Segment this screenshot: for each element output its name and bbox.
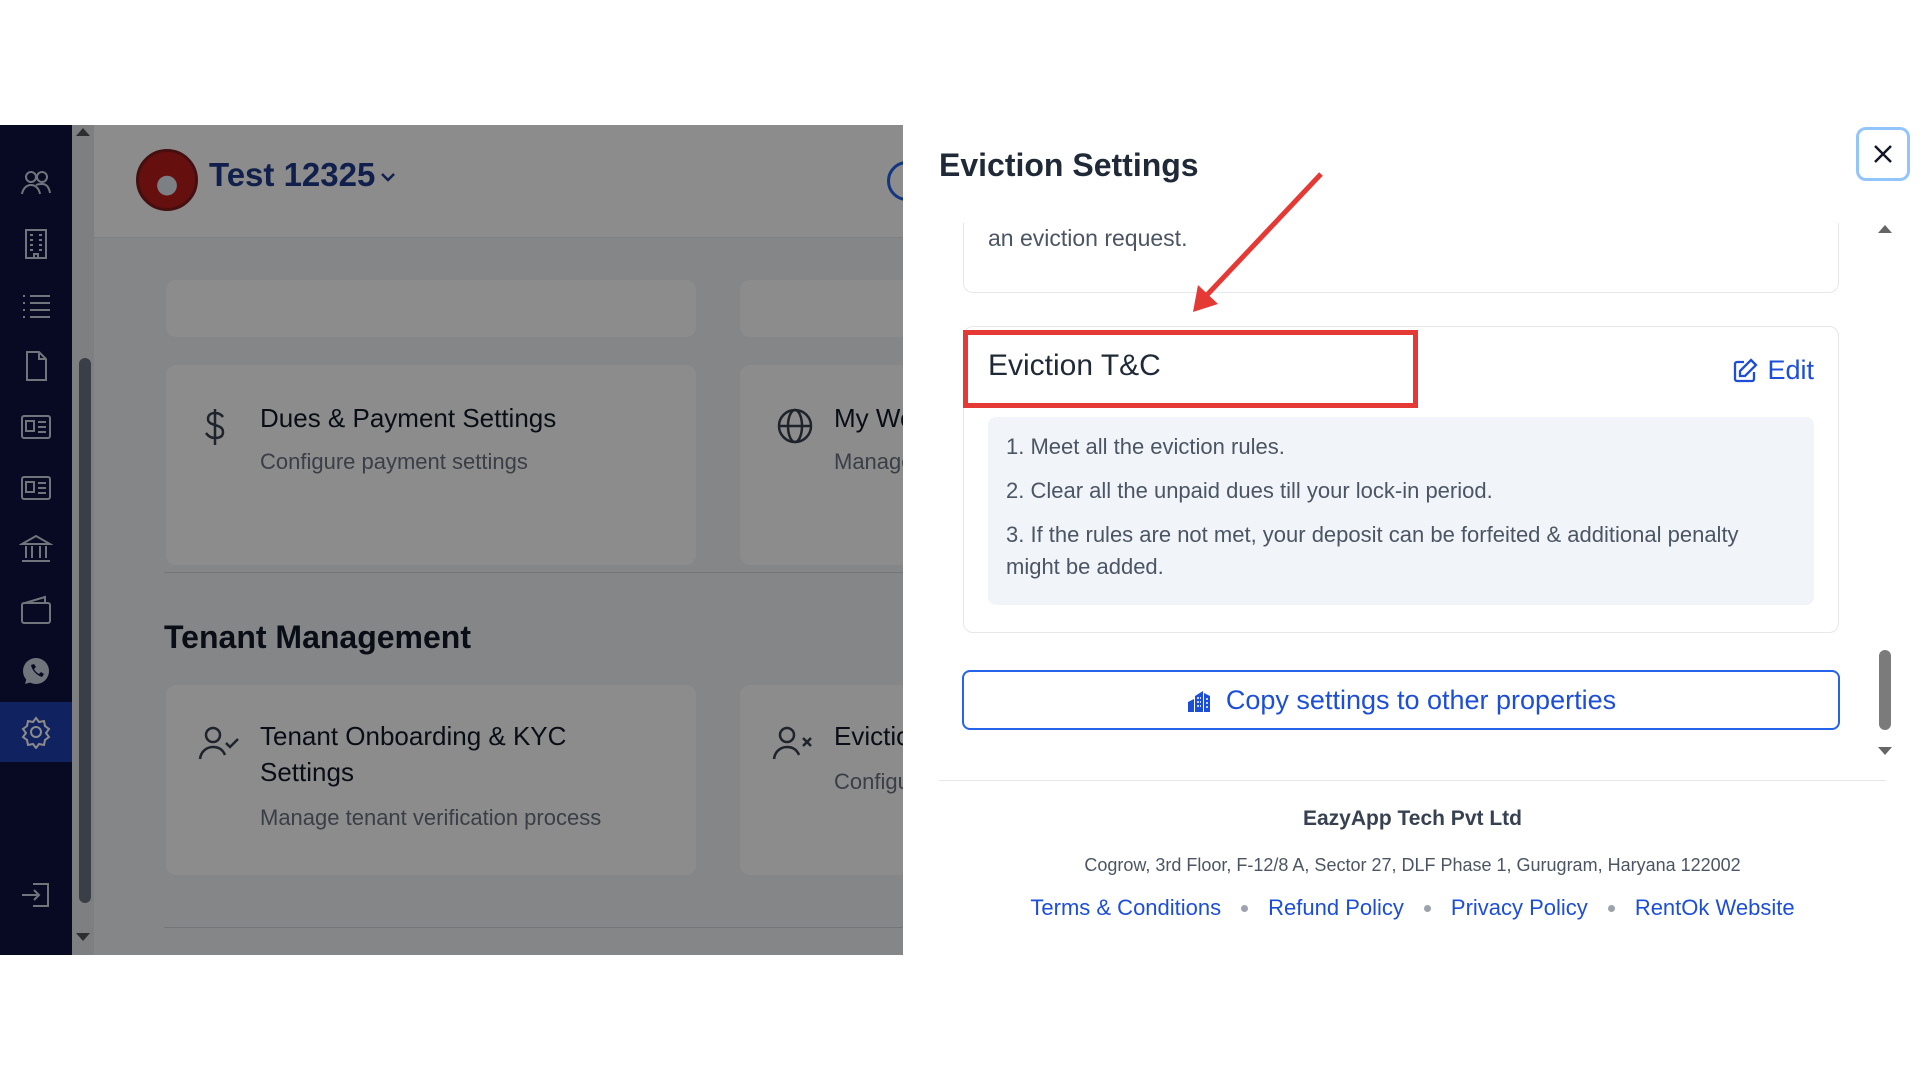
scroll-down-arrow-icon[interactable] xyxy=(1878,747,1892,755)
edit-icon xyxy=(1734,357,1759,382)
rentok-website-link[interactable]: RentOk Website xyxy=(1635,895,1795,921)
separator-dot xyxy=(1607,904,1615,912)
eviction-settings-panel: Eviction Settings an eviction request. E… xyxy=(903,125,1920,955)
terms-link[interactable]: Terms & Conditions xyxy=(1030,895,1221,921)
scroll-thumb[interactable] xyxy=(1879,650,1891,730)
company-name: EazyApp Tech Pvt Ltd xyxy=(1303,807,1522,830)
footer: EazyApp Tech Pvt Ltd Cogrow, 3rd Floor, … xyxy=(939,780,1886,956)
annotation-highlight-box xyxy=(963,330,1418,408)
panel-title: Eviction Settings xyxy=(939,147,1199,183)
previous-card-text: an eviction request. xyxy=(988,225,1188,251)
tc-content: 1. Meet all the eviction rules. 2. Clear… xyxy=(988,417,1814,605)
copy-settings-label: Copy settings to other properties xyxy=(1225,684,1617,715)
close-icon xyxy=(1874,145,1892,163)
edit-label: Edit xyxy=(1767,355,1814,385)
copy-settings-button[interactable]: Copy settings to other properties xyxy=(962,670,1840,730)
company-address: Cogrow, 3rd Floor, F-12/8 A, Sector 27, … xyxy=(1084,855,1741,875)
close-button[interactable] xyxy=(1856,127,1910,181)
separator-dot xyxy=(1241,904,1249,912)
tc-item: 1. Meet all the eviction rules. xyxy=(1006,434,1285,459)
footer-links: Terms & Conditions Refund Policy Privacy… xyxy=(939,895,1886,921)
scroll-up-arrow-icon[interactable] xyxy=(1878,225,1892,233)
panel-scrollbar[interactable] xyxy=(1873,225,1897,755)
edit-button[interactable]: Edit xyxy=(1732,355,1814,386)
refund-policy-link[interactable]: Refund Policy xyxy=(1268,895,1404,921)
tc-item: 3. If the rules are not met, your deposi… xyxy=(1006,522,1739,547)
background-app: Test 12325 Dues & Payment Settings Confi… xyxy=(0,125,903,955)
tc-item: 2. Clear all the unpaid dues till your l… xyxy=(1006,478,1493,503)
modal-backdrop[interactable] xyxy=(0,125,903,955)
buildings-icon xyxy=(1187,691,1210,712)
tc-item: might be added. xyxy=(1006,554,1164,579)
separator-dot xyxy=(1423,904,1431,912)
privacy-policy-link[interactable]: Privacy Policy xyxy=(1451,895,1588,921)
